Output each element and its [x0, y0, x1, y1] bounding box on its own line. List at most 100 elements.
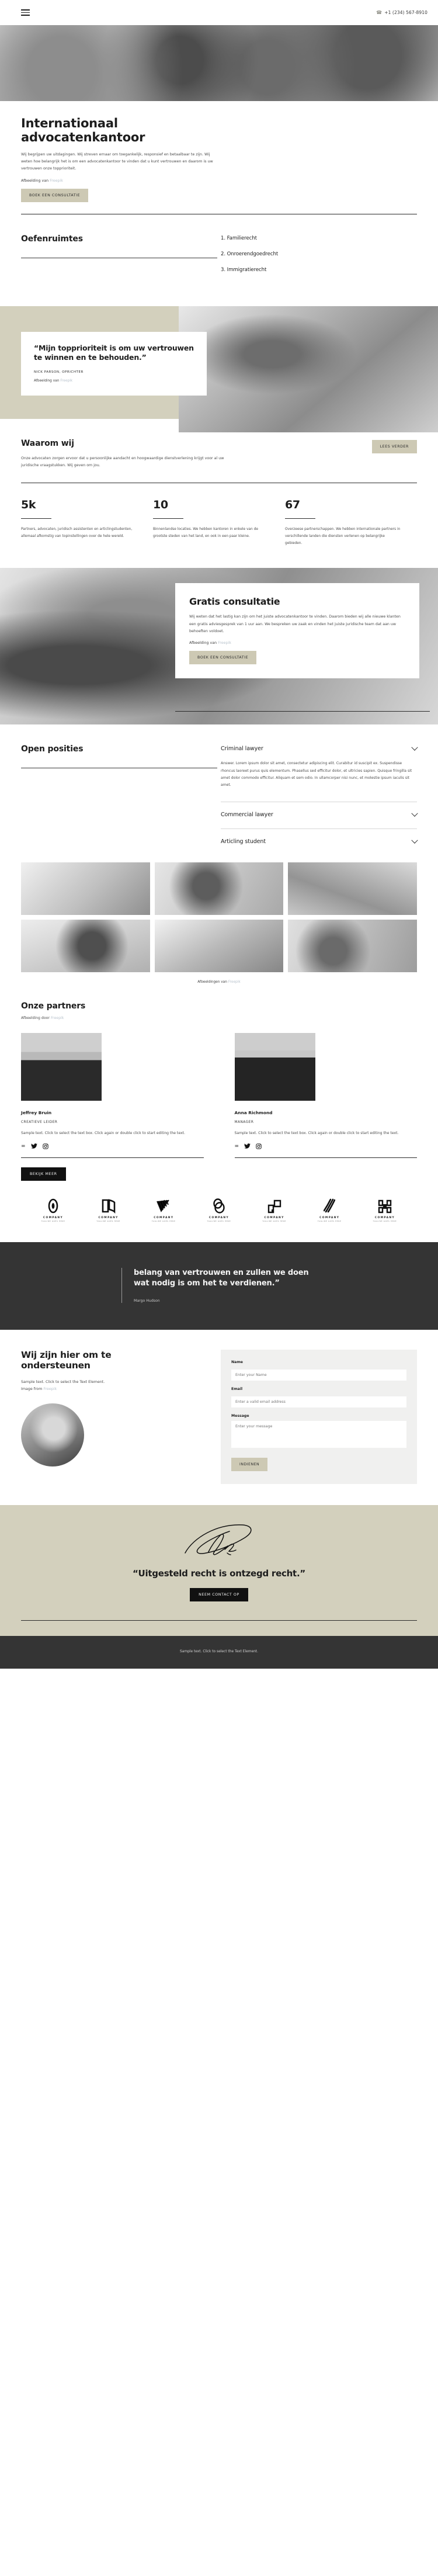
dark-quote-author: Margo Hudson [134, 1298, 160, 1303]
accordion-label: Commercial lawyer [221, 812, 273, 819]
why-us-text-block: Waarom wij Onze advocaten zorgen ervoor … [21, 439, 266, 470]
testimonial-credit-prefix: Afbeelding van [34, 379, 60, 383]
facebook-icon[interactable]: = [235, 1143, 239, 1149]
client-logo[interactable]: COMPANY TAGLINE GOES HERE [91, 1198, 127, 1222]
practice-heading-block: Oefenruimtes [21, 234, 221, 283]
hero-credit-prefix: Afbeelding van [21, 178, 49, 183]
practice-item[interactable]: 2. Onroerendgoedrecht [221, 251, 417, 257]
partner-card: Anna Richmond MANAGER Sample text. Click… [234, 1033, 417, 1159]
contact-subtitle-link[interactable]: Freepik [43, 1387, 57, 1391]
practice-item[interactable]: 1. Familierecht [221, 235, 417, 241]
contact-us-button[interactable]: NEEM CONTACT OP [190, 1587, 248, 1601]
footer-cta-quote: “Uitgesteld recht is ontzegd recht.” [132, 1568, 306, 1579]
why-us-title: Waarom wij [21, 439, 74, 449]
why-us-readmore-button[interactable]: LEES VERDER [371, 440, 417, 454]
contact-subtitle: Sample text. Click to select the Text El… [21, 1379, 207, 1393]
accordion-body: Answer. Lorem ipsum dolor sit amet, cons… [221, 761, 412, 787]
phone-number: +1 (234) 567-8910 [384, 10, 427, 15]
client-logo[interactable]: COMPANY TAGLINE GOES HERE [311, 1198, 347, 1222]
client-logo[interactable]: COMPANY TAGLINE GOES HERE [256, 1199, 293, 1222]
chevron-down-icon [411, 837, 418, 844]
instagram-icon[interactable] [42, 1143, 48, 1149]
facebook-icon[interactable]: = [21, 1143, 26, 1149]
client-logo-tagline: TAGLINE GOES HERE [262, 1220, 286, 1222]
name-label: Name [231, 1360, 243, 1364]
gallery-credit-prefix: Afbeeldingen van [197, 980, 227, 984]
dark-quote-inner: belang van vertrouwen en zullen we doen … [121, 1267, 314, 1303]
top-bar: ☎ +1 (234) 567-8910 [0, 0, 438, 25]
message-textarea[interactable] [231, 1420, 406, 1448]
email-input[interactable] [231, 1396, 406, 1407]
consultation-divider [175, 711, 430, 712]
client-logo-tagline: TAGLINE GOES HERE [41, 1220, 65, 1222]
contact-avatar-image [21, 1403, 84, 1466]
blocks-logo-icon [378, 1199, 392, 1214]
name-input[interactable] [231, 1369, 406, 1381]
client-logo-name: COMPANY [319, 1216, 340, 1220]
stat-text: Binnenlandse locaties. We hebben kantore… [153, 527, 259, 538]
client-logo[interactable]: COMPANY TAGLINE GOES HERE [35, 1198, 71, 1222]
client-logo-name: COMPANY [264, 1216, 284, 1220]
accordion-label: Articling student [221, 838, 266, 845]
client-logo-name: COMPANY [43, 1216, 64, 1220]
partner-bio: Sample text. Click to select the text bo… [234, 1131, 399, 1136]
gallery-credit-link[interactable]: Freepik [228, 980, 241, 984]
gallery-image [288, 862, 417, 916]
landing-page: ☎ +1 (234) 567-8910 Internationaal advoc… [0, 0, 438, 1669]
hero-image [0, 25, 438, 101]
partner-name: Anna Richmond [234, 1110, 273, 1116]
partner-socials: = [21, 1143, 204, 1149]
gallery-image [21, 920, 150, 973]
phone-link[interactable]: ☎ +1 (234) 567-8910 [376, 10, 427, 15]
page-title: Internationaal advocatenkantoor [21, 116, 417, 145]
positions-heading-block: Open posities [21, 744, 221, 845]
chevron-down-icon [411, 744, 418, 751]
submit-button[interactable]: INDIENEN [231, 1457, 268, 1471]
twitter-icon[interactable] [244, 1143, 251, 1149]
partner-photo [234, 1033, 315, 1101]
partner-photo [21, 1033, 102, 1101]
instagram-icon[interactable] [256, 1143, 262, 1149]
contact-text-block: Wij zijn hier om te ondersteunen Sample … [21, 1350, 207, 1484]
gallery-image [21, 862, 150, 916]
hero-credit-link[interactable]: Freepik [50, 179, 63, 183]
stat-item: 5k Partners, advocaten, juridisch assist… [21, 498, 153, 547]
twitter-icon[interactable] [30, 1143, 37, 1149]
partner-role: CREATIEVE LEIDER [21, 1121, 58, 1125]
client-logo[interactable]: COMPANY TAGLINE GOES HERE [367, 1199, 403, 1222]
why-us-header: Waarom wij Onze advocaten zorgen ervoor … [21, 439, 417, 470]
client-logo[interactable]: COMPANY TAGLINE GOES HERE [145, 1199, 182, 1222]
partner-bio: Sample text. Click to select the text bo… [21, 1131, 185, 1136]
stat-item: 10 Binnenlandse locaties. We hebben kant… [153, 498, 285, 547]
testimonial-card: “Mijn topprioriteit is om uw vertrouwen … [21, 331, 207, 396]
hero-cta-button[interactable]: BOEK EEN CONSULTATIE [21, 188, 89, 202]
slashes-logo-icon [324, 1198, 336, 1213]
partners-subtitle-link[interactable]: Freepik [51, 1016, 64, 1020]
image-gallery [0, 862, 438, 973]
hamburger-menu-icon[interactable] [21, 9, 30, 16]
consultation-cta-button[interactable]: BOEK EEN CONSULTATIE [189, 651, 257, 665]
testimonial-image-credit: Afbeelding van Freepik [34, 379, 194, 383]
practice-item[interactable]: 3. Immigratierecht [221, 267, 417, 273]
gallery-image [154, 920, 284, 973]
client-logo[interactable]: COMPANY TAGLINE GOES HERE [201, 1198, 237, 1222]
book-logo-icon [102, 1199, 115, 1214]
hero-image-credit: Afbeelding van Freepik [21, 179, 417, 183]
partners-viewmore-button[interactable]: BEKIJK MEER [21, 1167, 66, 1181]
stat-underline [21, 518, 51, 519]
partner-card: Jeffrey Bruin CREATIEVE LEIDER Sample te… [21, 1033, 204, 1159]
accordion-header-commercial-lawyer[interactable]: Commercial lawyer [221, 810, 418, 819]
hero-section: Internationaal advocatenkantoor Wij begr… [0, 101, 438, 202]
partners-grid: Jeffrey Bruin CREATIEVE LEIDER Sample te… [21, 1033, 417, 1159]
partners-subtitle-prefix: Afbeelding door [21, 1016, 50, 1021]
accordion-label: Criminal lawyer [221, 746, 263, 753]
contact-subtitle-line-1: Sample text. Click to select the Text El… [21, 1379, 105, 1384]
consultation-credit-link[interactable]: Freepik [218, 641, 231, 645]
testimonial-credit-link[interactable]: Freepik [60, 379, 72, 383]
consultation-card: Gratis consultatie Wij weten dat het las… [175, 583, 419, 679]
chevron-down-icon [411, 810, 418, 817]
footer-cta-section: “Uitgesteld recht is ontzegd recht.” NEE… [0, 1504, 438, 1636]
accordion-header-articling-student[interactable]: Articling student [221, 837, 418, 845]
accordion-header-criminal-lawyer[interactable]: Criminal lawyer [221, 744, 418, 753]
stat-underline [285, 518, 315, 519]
